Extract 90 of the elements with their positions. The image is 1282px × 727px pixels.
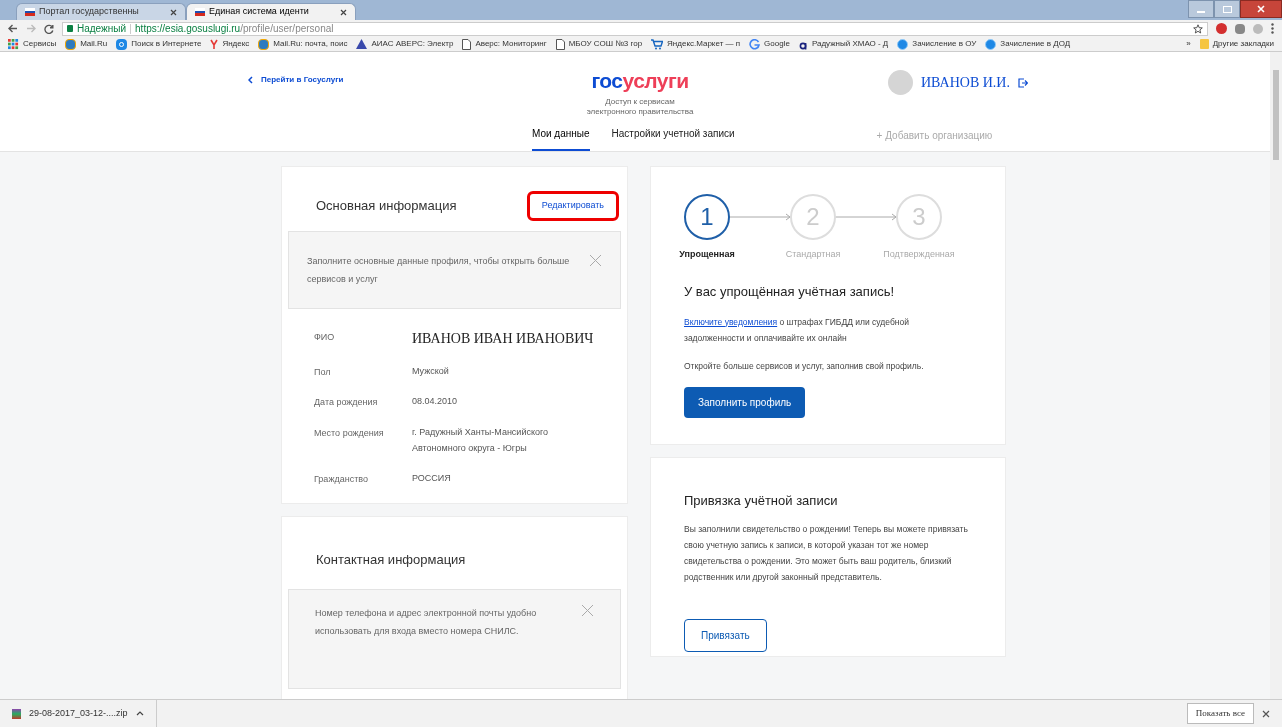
tagline: Доступ к сервисам электронного правительства xyxy=(586,97,694,117)
logout-icon[interactable] xyxy=(1017,77,1028,88)
bookmark[interactable]: Сервисы xyxy=(8,38,57,50)
url-text: https://esia.gosuslugi.ru/profile/user/personal xyxy=(135,22,334,36)
bookmark[interactable]: Зачисление в ДОД xyxy=(985,38,1071,50)
apps-grid-icon xyxy=(8,38,19,50)
bookmark[interactable]: Google xyxy=(749,38,790,50)
field-value: г. Радужный Ханты-Мансийского Автономного округа - Югры xyxy=(412,425,550,455)
field-value: РОССИЯ xyxy=(412,471,452,485)
address-field[interactable]: Надежный https://esia.gosuslugi.ru/profile/user/personal xyxy=(62,21,1208,36)
field-label: Пол xyxy=(314,365,332,379)
search-icon xyxy=(116,38,128,50)
nav-tab[interactable]: Мои данные xyxy=(532,126,590,151)
mail-icon xyxy=(65,38,77,50)
page-icon xyxy=(555,38,565,50)
chevron-left-icon xyxy=(248,76,253,84)
card-title: Контактная информация xyxy=(316,552,466,567)
bookmark[interactable]: АИАС АВЕРС: Электр xyxy=(356,38,454,50)
more-bookmarks-button[interactable]: » xyxy=(1186,38,1191,50)
notifications-link[interactable]: Включите уведомления xyxy=(684,316,778,327)
field-label: ФИО xyxy=(314,330,336,344)
step-label: Подтвержденная xyxy=(883,248,955,261)
close-icon xyxy=(1257,5,1265,13)
page-icon xyxy=(462,38,472,50)
bookmark[interactable]: Mail.Ru xyxy=(65,38,108,50)
browser-tab[interactable]: Единая система иденти xyxy=(186,3,356,20)
security-label: Надежный xyxy=(77,22,127,36)
notice-text: Заполните основные данные профиля, чтобы открыть больше сервисов и услуг xyxy=(307,254,571,286)
maximize-button[interactable] xyxy=(1214,0,1240,18)
tab-title: Портал государственны xyxy=(39,5,140,19)
card-title: У вас упрощённая учётная запись! xyxy=(684,283,896,301)
bookmark[interactable]: МБОУ СОШ №3 гор xyxy=(555,38,643,50)
field-value: 08.04.2010 xyxy=(412,395,459,408)
browser-tab[interactable]: Портал государственны xyxy=(16,3,186,20)
notification-text: Включите уведомления о штрафах ГИБДД или судебной задолженности и оплачивайте их онлайн xyxy=(684,315,910,345)
triangle-icon xyxy=(356,39,368,49)
caret-icon xyxy=(135,711,144,716)
card-title: Привязка учётной записи xyxy=(684,492,839,511)
user-name[interactable]: ИВАНОВ И.И. xyxy=(921,72,1010,93)
minimize-button[interactable] xyxy=(1188,0,1214,18)
download-item[interactable]: 29-08-2017_03-12-....zip xyxy=(12,700,157,727)
bookmark-folder[interactable]: Другие закладки xyxy=(1199,38,1274,50)
star-icon[interactable] xyxy=(1193,23,1203,34)
bind-button[interactable]: Привязать xyxy=(684,618,767,652)
bookmark[interactable]: Зачисление в ОУ xyxy=(897,38,977,50)
close-icon[interactable] xyxy=(340,8,347,16)
menu-icon[interactable] xyxy=(1271,23,1274,34)
extension-icon[interactable] xyxy=(1235,23,1245,34)
cart-icon xyxy=(651,38,664,50)
bookmark[interactable]: Яндекс.Маркет — п xyxy=(651,38,741,50)
field-label: Дата рождения xyxy=(314,396,379,409)
archive-icon xyxy=(12,708,21,719)
back-arrow-icon[interactable] xyxy=(8,24,18,33)
bookmark[interactable]: Поиск в Интернете xyxy=(116,38,202,50)
field-label: Гражданство xyxy=(314,472,369,486)
flag-icon xyxy=(25,8,35,16)
avatar-icon xyxy=(888,70,913,95)
flag-icon xyxy=(195,8,205,16)
field-value: ИВАНОВ ИВАН ИВАНОВИЧ xyxy=(412,329,594,348)
close-icon[interactable] xyxy=(1262,709,1270,718)
google-g-icon xyxy=(749,38,761,50)
close-icon[interactable] xyxy=(170,8,177,16)
back-link[interactable]: Перейти в Госуслуги xyxy=(248,74,540,86)
arrow-icon xyxy=(834,212,898,222)
lock-icon xyxy=(67,25,73,32)
step-label: Упрощенная xyxy=(679,248,735,261)
fill-profile-button[interactable]: Заполнить профиль xyxy=(684,387,806,419)
profile-hint: Откройте больше сервисов и услуг, заполнив свой профиль. xyxy=(684,359,925,373)
field-label: Место рождения xyxy=(314,426,385,440)
edit-link[interactable]: Редактировать xyxy=(526,191,619,221)
bookmark[interactable]: Аверс: Мониторинг xyxy=(462,38,547,50)
bookmark[interactable]: Mail.Ru: почта, поис xyxy=(258,38,348,50)
letter-y-icon xyxy=(210,38,219,50)
reload-icon[interactable] xyxy=(44,23,54,34)
step-label: Стандартная xyxy=(785,248,841,261)
nav-tab[interactable]: Настройки учетной записи xyxy=(611,126,735,151)
field-value: Мужской xyxy=(412,364,450,378)
adblock-icon[interactable] xyxy=(1216,23,1227,34)
folder-icon xyxy=(1199,39,1209,49)
close-window-button[interactable] xyxy=(1240,0,1282,18)
tab-title: Единая система иденти xyxy=(209,5,310,19)
show-all-button[interactable]: Показать все xyxy=(1186,702,1254,725)
notice-text: Номер телефона и адрес электронной почты удобно использовать для входа вместо номера СНИЛС. xyxy=(315,607,538,638)
mail-icon xyxy=(258,38,270,50)
arrow-icon xyxy=(728,212,792,222)
card-title: Основная информация xyxy=(316,197,457,215)
bookmark[interactable]: Яндекс xyxy=(210,38,250,50)
bookmark[interactable]: Радужный ХМАО - Д xyxy=(798,38,889,50)
gosuslugi-logo: госуслуги xyxy=(591,70,689,91)
binding-text: Вы заполнили свидетельство о рождении! Теперь вы можете привязать свою учетную запись к записи, в которой указан тот же номер свидетельства о рождении. Это может быть ваш родитель, близкий родственник или другой законный представитель. xyxy=(684,522,969,584)
